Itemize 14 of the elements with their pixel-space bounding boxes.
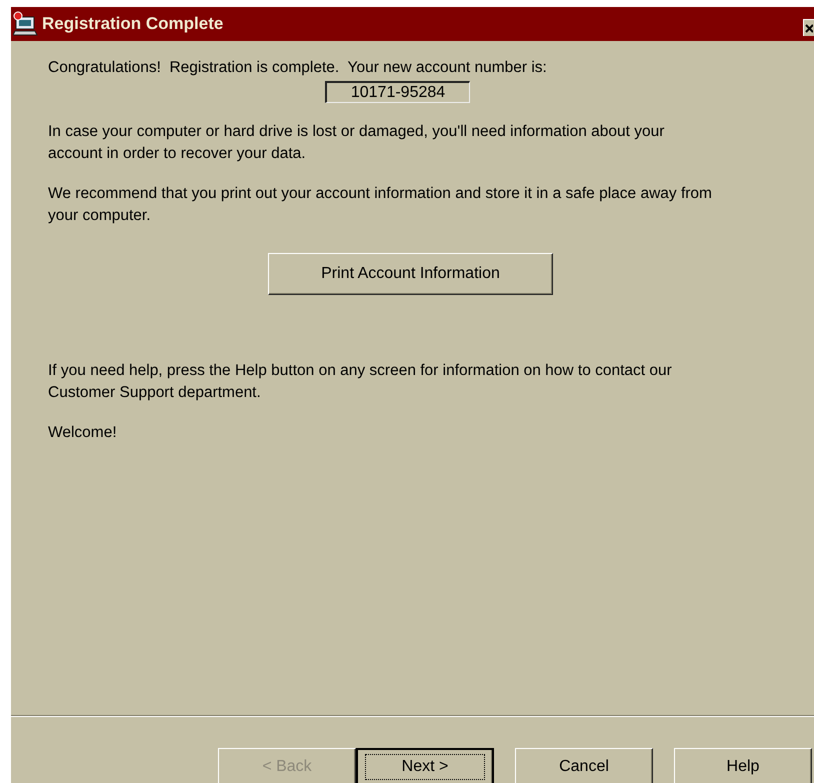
print-account-button[interactable]: Print Account Information	[268, 253, 553, 295]
account-number-field: 10171-95284	[325, 81, 470, 103]
intro-text: Congratulations! Registration is complete. Your new account number is:	[48, 58, 548, 78]
close-icon	[805, 23, 813, 33]
wizard-button[interactable]: Help	[674, 748, 812, 783]
computer-icon	[13, 11, 39, 37]
welcome-text: Welcome!	[48, 423, 118, 443]
help-paragraph: If you need help, press the Help button on any screen for information on how to contact our Customer Support department.	[48, 361, 673, 403]
wizard-button[interactable]: Cancel	[515, 748, 653, 783]
info-paragraph: We recommend that you print out your account information and store it in a safe place away from your computer.	[48, 184, 713, 226]
wizard-button[interactable]: Next >	[356, 748, 494, 783]
close-button[interactable]	[803, 19, 814, 36]
window-title: Registration Complete	[42, 14, 224, 34]
info-paragraph: In case your computer or hard drive is lost or damaged, you'll need information about your account in order to recover your data.	[48, 122, 666, 164]
